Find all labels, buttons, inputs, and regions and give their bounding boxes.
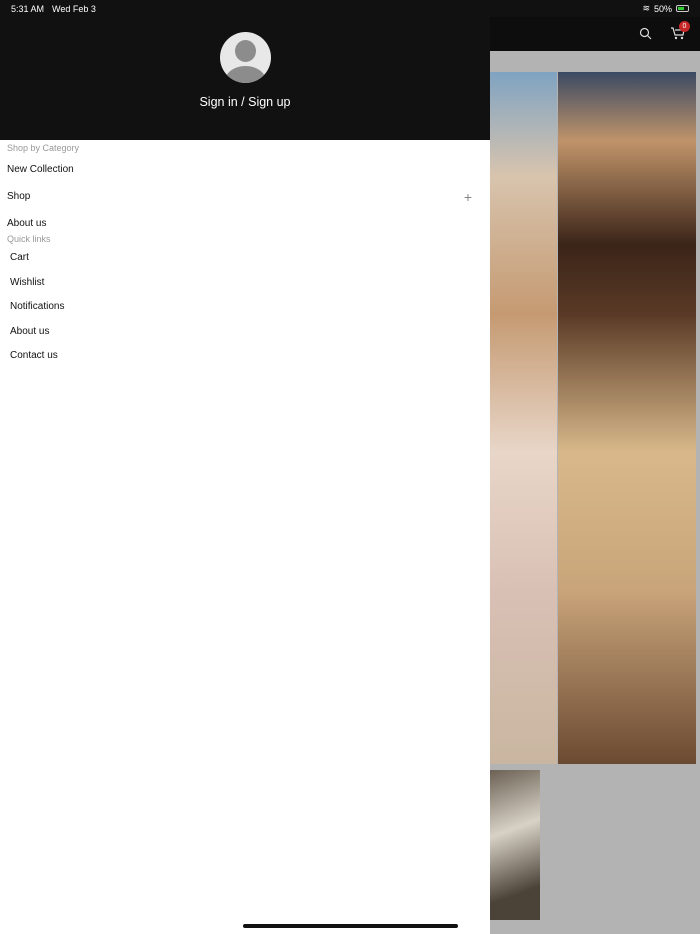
avatar[interactable] (219, 32, 271, 83)
battery-icon (676, 5, 689, 12)
cart-badge: 0 (679, 21, 690, 32)
status-time: 5:31 AM (11, 3, 45, 14)
menu-item-about-us[interactable]: About us (0, 218, 490, 229)
home-indicator[interactable] (243, 924, 458, 928)
product-image[interactable] (490, 72, 557, 764)
sign-in-link[interactable]: Sign in / Sign up (199, 95, 290, 109)
category-heading: Shop by Category (7, 143, 80, 153)
quick-link-cart[interactable]: Cart (0, 246, 490, 271)
menu-item-label: About us (7, 218, 47, 229)
product-image[interactable] (490, 770, 540, 920)
status-date: Wed Feb 3 (52, 3, 96, 14)
quick-link-about-us[interactable]: About us (0, 320, 490, 345)
battery-percent: 50% (653, 3, 672, 14)
wifi-icon: ≋ (642, 3, 650, 13)
status-bar: 5:31 AM Wed Feb 3 ≋ 50% (0, 0, 700, 17)
side-drawer: Sign in / Sign up Shop by Category New C… (0, 17, 490, 934)
menu-item-new-collection[interactable]: New Collection (0, 164, 490, 175)
menu-item-shop[interactable]: Shop + (0, 189, 490, 205)
drawer-header: Sign in / Sign up (0, 17, 490, 140)
quick-link-contact-us[interactable]: Contact us (0, 344, 490, 369)
quick-link-notifications[interactable]: Notifications (0, 295, 490, 320)
menu-item-label: Shop (7, 191, 31, 202)
expand-plus-icon[interactable]: + (464, 189, 472, 205)
quick-links-heading: Quick links (7, 234, 51, 244)
menu-item-label: New Collection (7, 164, 74, 175)
search-icon[interactable] (639, 27, 652, 40)
product-image[interactable] (558, 72, 696, 764)
quick-link-wishlist[interactable]: Wishlist (0, 271, 490, 296)
app-header (490, 17, 700, 51)
